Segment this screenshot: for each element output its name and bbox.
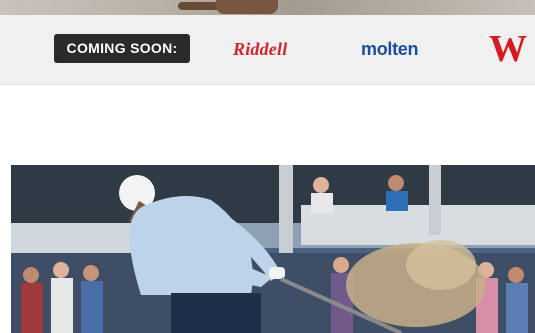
coming-soon-badge: COMING SOON: [54, 34, 190, 63]
molten-logo[interactable]: molten [361, 37, 419, 61]
riddell-logo[interactable]: Riddell [233, 37, 287, 61]
wilson-logo[interactable]: W [487, 30, 529, 68]
hand-shape [216, 0, 278, 14]
sponsor-bar: COMING SOON: Riddell molten W [0, 15, 535, 85]
hero-golfer-photo[interactable] [11, 165, 535, 333]
top-photo-strip [0, 0, 535, 15]
golfer-photo-icon [11, 165, 535, 333]
